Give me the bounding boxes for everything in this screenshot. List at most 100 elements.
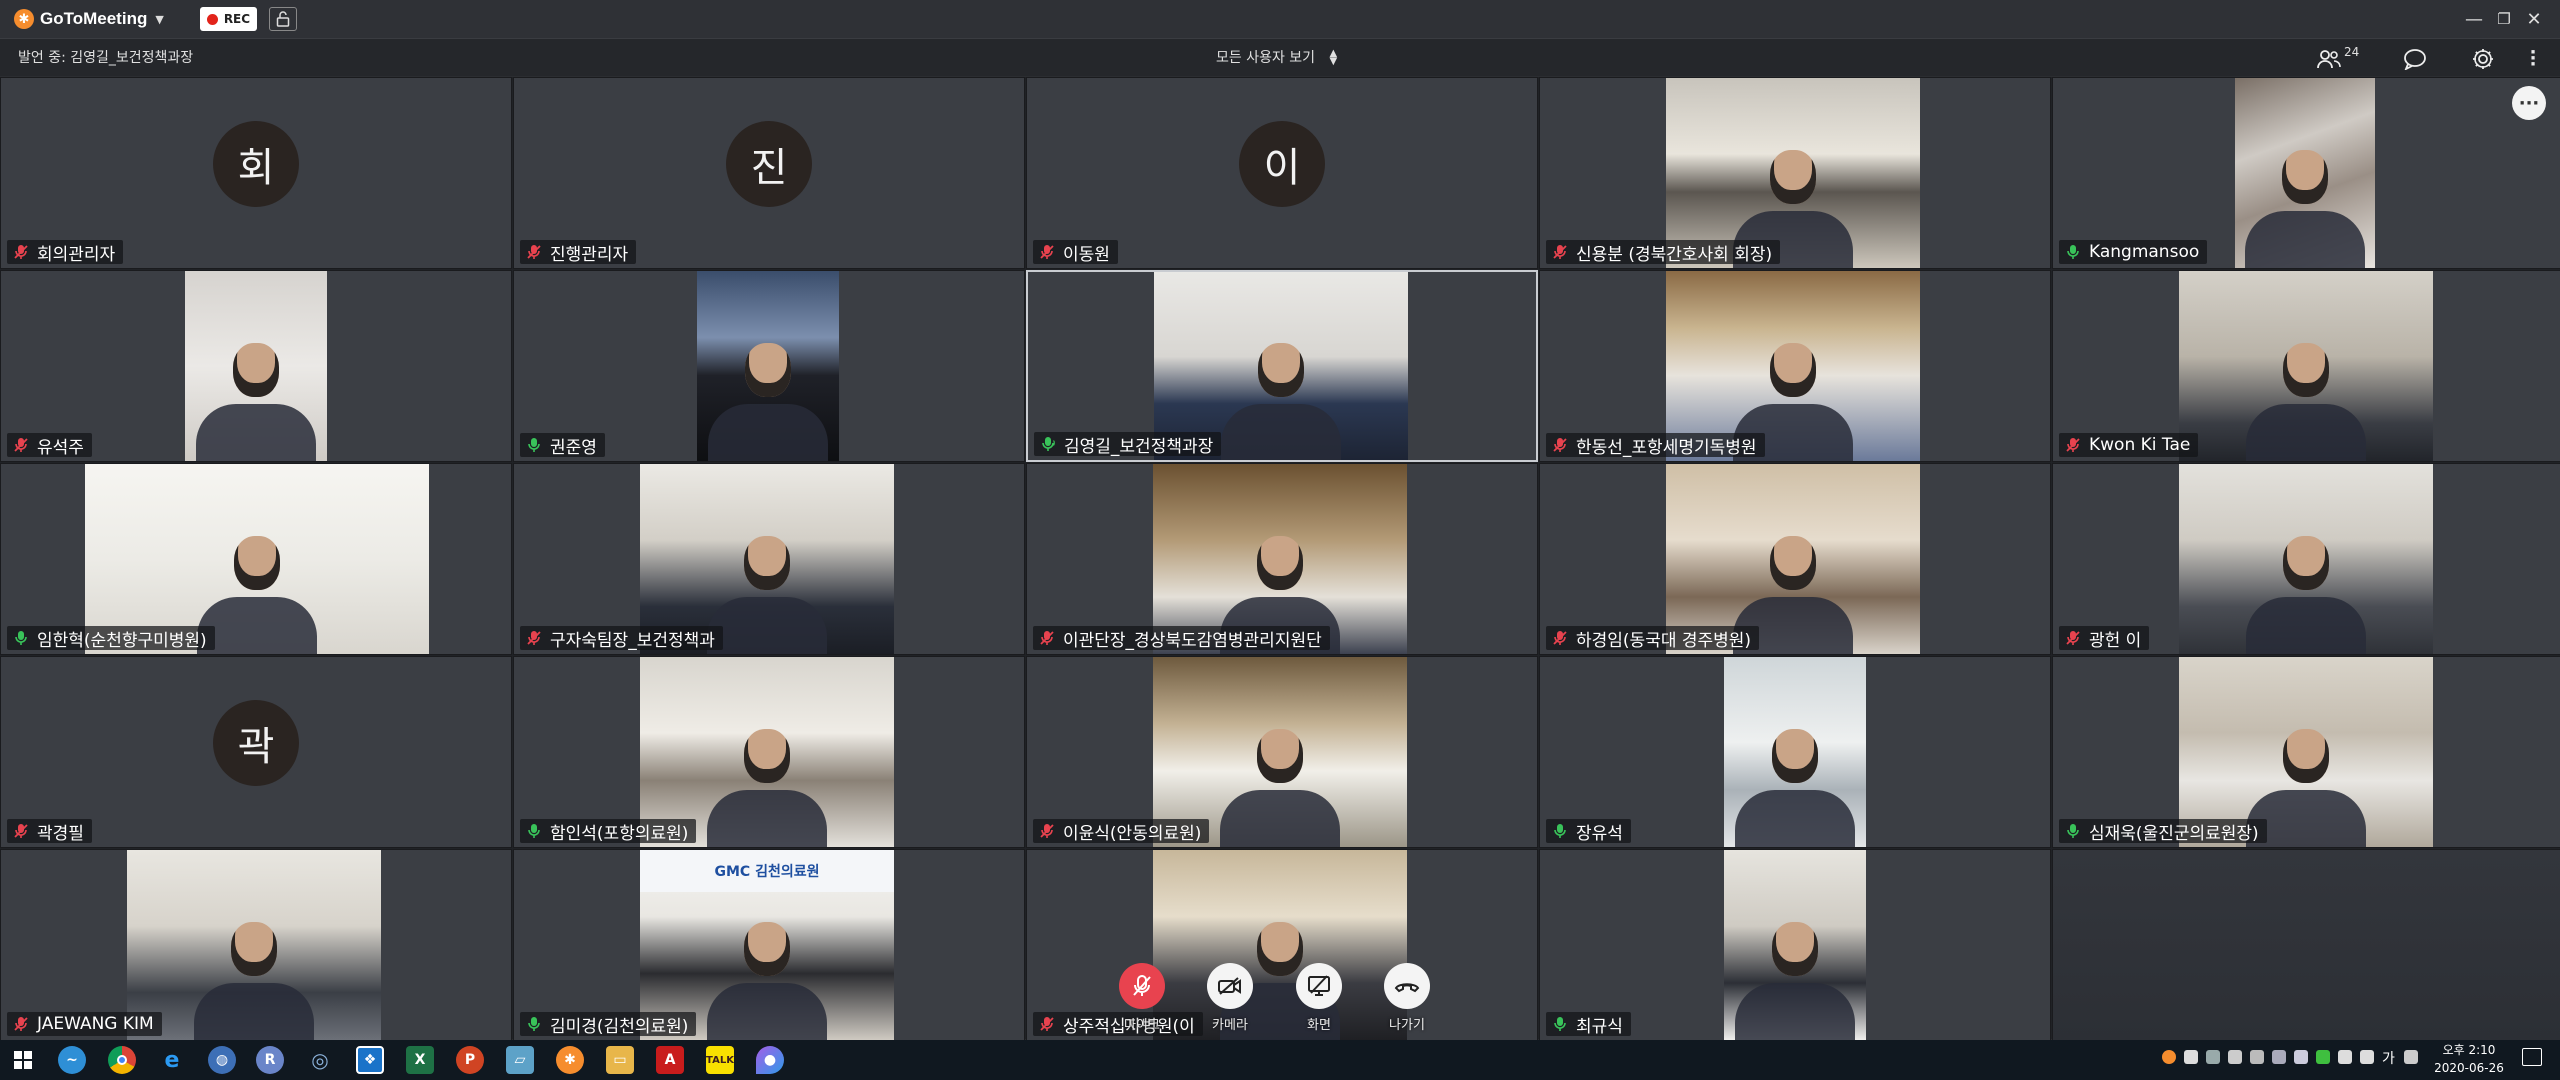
brand-menu[interactable]: ✱ GoToMeeting ▼ [14, 0, 164, 38]
gotomeeting-logo-icon: ✱ [14, 9, 34, 29]
participant-tile[interactable]: 이윤식(안동의료원) [1026, 656, 1538, 848]
taskbar-app-tablet[interactable]: ▱ [506, 1046, 534, 1074]
participant-tile[interactable]: 상주적십자병원(이 [1026, 849, 1538, 1041]
taskbar-app-globe[interactable]: ◍ [208, 1046, 236, 1074]
participant-tile[interactable]: 장유석 [1539, 656, 2051, 848]
view-mode-selector[interactable]: 모든 사용자 보기 ▲ ▼ [1216, 39, 1337, 77]
chat-button[interactable] [2402, 46, 2428, 72]
tray-mic-icon[interactable] [2184, 1050, 2198, 1064]
taskbar-app-blue[interactable]: ❖ [356, 1046, 384, 1074]
recording-badge[interactable]: REC [199, 7, 258, 31]
participant-tile[interactable]: 곽 곽경필 [0, 656, 512, 848]
person-body [1735, 790, 1855, 847]
participant-tile[interactable]: 심재욱(울진군의료원장) [2052, 656, 2560, 848]
tray-pen-icon[interactable] [2404, 1050, 2418, 1064]
tray-gotomeeting-icon[interactable] [2162, 1050, 2176, 1064]
tray-app-icon-3[interactable] [2250, 1050, 2264, 1064]
settings-button[interactable] [2470, 46, 2496, 72]
tray-app-icon-5[interactable] [2294, 1050, 2308, 1064]
mic-toggle-button[interactable] [1119, 963, 1165, 1009]
participant-nameplate: 유석주 [7, 433, 92, 458]
tray-app-icon-2[interactable] [2228, 1050, 2242, 1064]
participant-video-feed [2179, 271, 2433, 461]
participant-name: 권준영 [550, 437, 597, 458]
participant-nameplate: 하경임(동국대 경주병원) [1546, 626, 1760, 651]
participant-tile[interactable]: 진 진행관리자 [513, 77, 1025, 269]
participant-tile[interactable]: 최규식 [1539, 849, 2051, 1041]
participant-tile[interactable]: 이 이동원 [1026, 77, 1538, 269]
lock-meeting-button[interactable] [269, 7, 298, 31]
taskbar-app-drop[interactable]: ● [756, 1046, 784, 1074]
taskbar-app-ie[interactable]: e [158, 1046, 186, 1074]
person-silhouette [2282, 150, 2328, 205]
mic-muted-icon [2065, 436, 2081, 454]
clock-time: 오후 2:10 [2442, 1043, 2496, 1057]
participant-name: 이윤식(안동의료원) [1063, 823, 1202, 844]
participant-nameplate: 광헌 이 [2059, 626, 2150, 651]
participant-tile[interactable]: 한동선_포항세명기독병원 [1539, 270, 2051, 462]
taskbar-app-excel[interactable]: X [406, 1046, 434, 1074]
participant-tile[interactable]: 함인석(포항의료원) [513, 656, 1025, 848]
tray-volume-icon[interactable] [2360, 1050, 2374, 1064]
globe-icon: ◍ [215, 1052, 229, 1068]
taskbar-app-bird[interactable]: ~ [58, 1046, 86, 1074]
participant-tile[interactable]: 하경임(동국대 경주병원) [1539, 463, 2051, 655]
participant-tile[interactable]: 권준영 [513, 270, 1025, 462]
participant-name: JAEWANG KIM [37, 1014, 154, 1034]
participant-tile[interactable]: 임한혁(순천향구미병원) [0, 463, 512, 655]
magnifier-app-icon: ◎ [311, 1048, 329, 1072]
participant-nameplate: 김영길_보건정책과장 [1034, 432, 1222, 457]
taskbar-app-acrobat[interactable]: A [656, 1046, 684, 1074]
attendees-button[interactable] [2316, 46, 2342, 72]
participant-nameplate: 권준영 [520, 433, 605, 458]
participant-tile[interactable]: 이관단장_경상북도감염병관리지원단 [1026, 463, 1538, 655]
tile-options-button[interactable]: ··· [2512, 86, 2546, 120]
more-menu-button[interactable]: · · · [2520, 44, 2546, 74]
minimize-icon: — [2465, 8, 2483, 30]
ime-indicator[interactable]: 가 [2382, 1048, 2395, 1068]
person-body [707, 790, 827, 847]
participant-tile[interactable]: GMC 김천의료원 김미경(김천의료원) [513, 849, 1025, 1041]
acrobat-icon: A [664, 1052, 676, 1068]
person-silhouette [2283, 729, 2329, 784]
mic-muted-icon [1552, 629, 1568, 647]
taskbar-clock[interactable]: 오후 2:10 2020-06-26 [2424, 1041, 2514, 1077]
tray-network-icon[interactable] [2338, 1050, 2352, 1064]
tray-app-icon-4[interactable] [2272, 1050, 2286, 1064]
person-silhouette [1257, 922, 1303, 977]
taskbar-app-kakaotalk[interactable]: TALK [706, 1046, 734, 1074]
tray-app-icon-1[interactable] [2206, 1050, 2220, 1064]
chevron-down-icon: ▼ [155, 12, 164, 26]
participant-name: 하경임(동국대 경주병원) [1576, 630, 1752, 651]
taskbar-app-chrome[interactable] [108, 1046, 136, 1074]
notification-center-icon[interactable] [2522, 1048, 2542, 1066]
participant-tile[interactable]: 김영길_보건정책과장 [1026, 270, 1538, 462]
leave-meeting-button[interactable] [1384, 963, 1430, 1009]
participant-tile[interactable]: Kwon Ki Tae [2052, 270, 2560, 462]
taskbar-app-powerpoint[interactable]: P [456, 1046, 484, 1074]
person-silhouette [744, 729, 790, 784]
close-button[interactable]: ✕ [2516, 0, 2552, 38]
participant-initial-avatar: 회 [213, 121, 299, 207]
participant-nameplate: 장유석 [1546, 819, 1631, 844]
person-body [1735, 983, 1855, 1040]
taskbar-app-r[interactable]: R [256, 1046, 284, 1074]
person-silhouette [1772, 922, 1818, 977]
participant-tile[interactable]: JAEWANG KIM [0, 849, 512, 1041]
participant-tile[interactable]: 회 회의관리자 [0, 77, 512, 269]
taskbar-app-explorer[interactable]: ▭ [606, 1046, 634, 1074]
participant-tile[interactable]: Kangmansoo [2052, 77, 2560, 269]
participant-name: 장유석 [1576, 823, 1623, 844]
participant-tile[interactable]: 유석주 [0, 270, 512, 462]
camera-off-icon [1218, 977, 1241, 995]
participant-tile[interactable]: 신용분 (경북간호사회 회장) [1539, 77, 2051, 269]
participant-tile[interactable]: 구자숙팀장_보건정책과 [513, 463, 1025, 655]
camera-toggle-button[interactable] [1207, 963, 1253, 1009]
screen-share-button[interactable] [1296, 963, 1342, 1009]
start-button[interactable] [9, 1046, 37, 1074]
tray-green-icon[interactable] [2316, 1050, 2330, 1064]
participant-tile[interactable]: 광헌 이 [2052, 463, 2560, 655]
taskbar-app-gotomeeting[interactable]: ✱ [556, 1046, 584, 1074]
taskbar-app-search[interactable]: ◎ [306, 1046, 334, 1074]
participant-name: 최규식 [1576, 1016, 1623, 1037]
